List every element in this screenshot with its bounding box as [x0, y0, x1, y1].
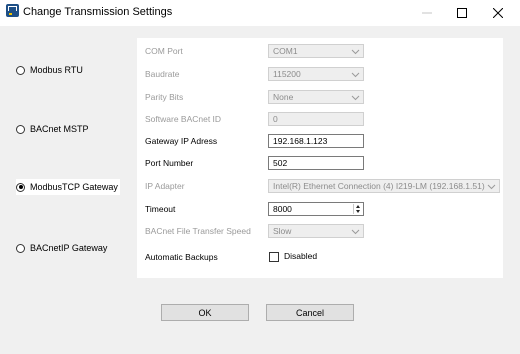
chevron-down-icon	[351, 95, 360, 101]
cancel-button[interactable]: Cancel	[266, 304, 354, 321]
baudrate-label: Baudrate	[145, 69, 180, 79]
maximize-icon	[457, 8, 467, 18]
ip-adapter-label: IP Adapter	[145, 181, 185, 191]
com-port-value: COM1	[273, 46, 298, 56]
radio-bacnet-mstp[interactable]: BACnet MSTP	[16, 121, 89, 137]
maximize-button[interactable]	[443, 0, 481, 26]
gateway-ip-label: Gateway IP Adress	[145, 136, 218, 146]
port-number-value: 502	[273, 158, 288, 168]
window-title: Change Transmission Settings	[23, 6, 173, 18]
parity-bits-label: Parity Bits	[145, 92, 184, 102]
software-bacnet-id-label: Software BACnet ID	[145, 114, 222, 124]
automatic-backups-checkbox[interactable]	[269, 252, 279, 262]
port-number-label: Port Number	[145, 158, 194, 168]
settings-app-icon	[6, 4, 19, 17]
chevron-down-icon	[351, 49, 360, 55]
ip-adapter-select[interactable]: Intel(R) Ethernet Connection (4) I219-LM…	[268, 179, 500, 193]
title-bar: Change Transmission Settings	[0, 0, 520, 26]
ok-button[interactable]: OK	[161, 304, 249, 321]
baudrate-select[interactable]: 115200	[268, 67, 364, 81]
radio-modbustcp-gateway[interactable]: ModbusTCP Gateway	[16, 179, 120, 195]
radio-label: Modbus RTU	[30, 65, 83, 75]
radio-label: BACnet MSTP	[30, 124, 89, 134]
close-button[interactable]	[479, 0, 517, 26]
parity-bits-value: None	[273, 92, 294, 102]
minimize-button[interactable]	[408, 0, 446, 26]
timeout-value: 8000	[273, 204, 292, 214]
minimize-icon	[422, 12, 432, 14]
automatic-backups-label: Automatic Backups	[145, 252, 218, 262]
timeout-stepper[interactable]: 8000	[268, 202, 364, 216]
software-bacnet-id-value: 0	[273, 114, 278, 124]
baudrate-value: 115200	[273, 69, 301, 79]
software-bacnet-id-input[interactable]: 0	[268, 112, 364, 126]
radio-indicator[interactable]	[16, 182, 25, 192]
chevron-down-icon	[351, 72, 360, 78]
port-number-input[interactable]: 502	[268, 156, 364, 170]
gateway-ip-value: 192.168.1.123	[273, 136, 328, 146]
close-icon	[493, 8, 503, 18]
radio-label: ModbusTCP Gateway	[30, 182, 118, 192]
bacnet-transfer-speed-label: BACnet File Transfer Speed	[145, 226, 251, 236]
chevron-down-icon	[487, 184, 496, 190]
automatic-backups-checkbox-label[interactable]: Disabled	[284, 250, 317, 262]
timeout-label: Timeout	[145, 204, 176, 214]
radio-indicator[interactable]	[16, 124, 25, 134]
bacnet-transfer-speed-select[interactable]: Slow	[268, 224, 364, 238]
ip-adapter-value: Intel(R) Ethernet Connection (4) I219-LM…	[273, 181, 485, 191]
chevron-down-icon	[351, 229, 360, 235]
bacnet-transfer-speed-value: Slow	[273, 226, 292, 236]
radio-modbus-rtu[interactable]: Modbus RTU	[16, 62, 83, 78]
parity-bits-select[interactable]: None	[268, 90, 364, 104]
gateway-ip-input[interactable]: 192.168.1.123	[268, 134, 364, 148]
com-port-select[interactable]: COM1	[268, 44, 364, 58]
radio-indicator[interactable]	[16, 65, 25, 75]
spinner-arrows-icon[interactable]	[353, 204, 362, 214]
radio-bacnetip-gateway[interactable]: BACnetIP Gateway	[16, 240, 107, 256]
com-port-label: COM Port	[145, 46, 183, 56]
radio-indicator[interactable]	[16, 243, 25, 253]
radio-label: BACnetIP Gateway	[30, 243, 108, 253]
